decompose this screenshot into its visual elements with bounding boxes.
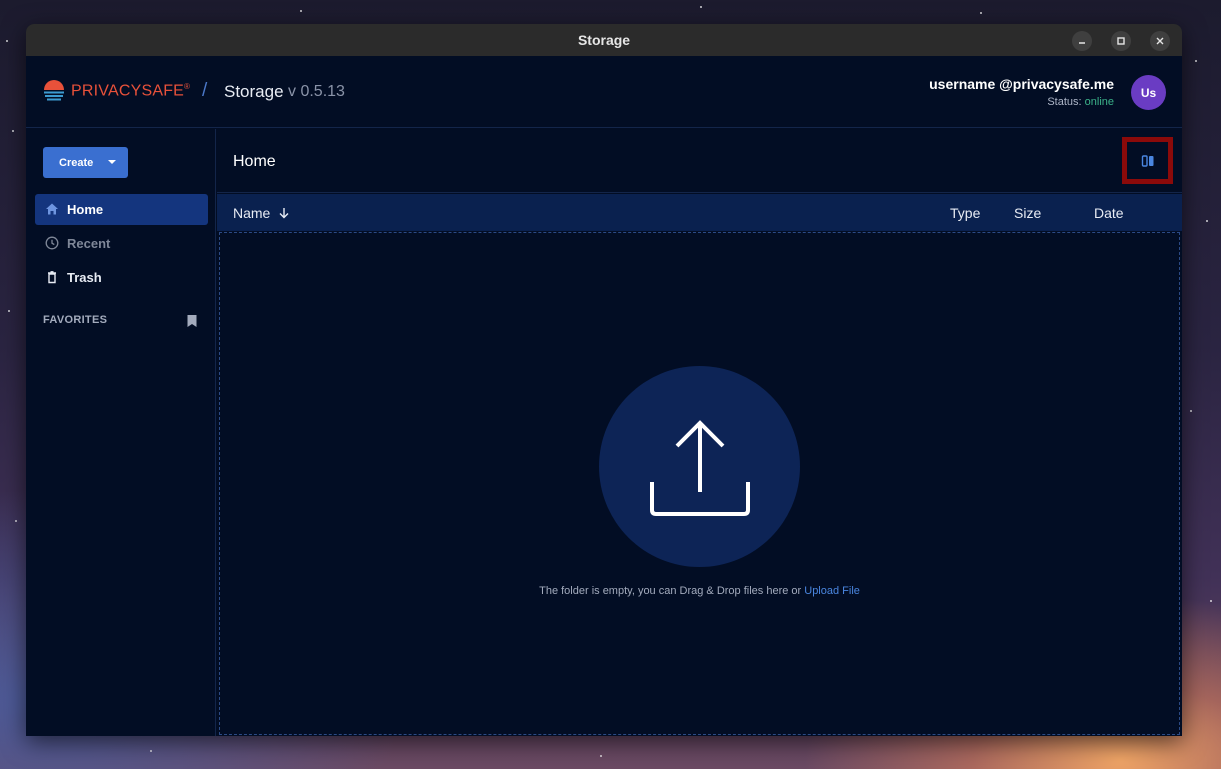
breadcrumb-separator: / <box>202 80 208 101</box>
column-header-name[interactable]: Name <box>233 205 290 221</box>
sidebar-item-trash[interactable]: Trash <box>35 262 208 293</box>
column-header-date[interactable]: Date <box>1094 205 1124 221</box>
sidebar-item-label: Recent <box>67 236 111 251</box>
maximize-icon <box>1117 37 1125 45</box>
trash-icon <box>48 271 56 284</box>
toggle-panel-button[interactable] <box>1122 137 1173 184</box>
main-header: Home <box>217 129 1182 193</box>
clock-icon <box>45 236 59 250</box>
window-title: Storage <box>577 32 631 48</box>
app-name: Storage <box>224 82 284 101</box>
sidebar-item-recent[interactable]: Recent <box>35 228 208 259</box>
main-panel: Home Name Type Size Date The folder is e… <box>217 129 1182 736</box>
privacysafe-logo-icon <box>44 80 64 101</box>
brand-name: PRIVACYSAFE® <box>71 81 191 100</box>
sidebar: Create Home Recent Trash FAVORITES <box>26 129 216 736</box>
close-icon <box>1156 37 1164 45</box>
chevron-down-icon <box>108 160 116 164</box>
brand-logo: PRIVACYSAFE® <box>42 79 190 103</box>
upload-icon <box>649 419 750 516</box>
column-header-type[interactable]: Type <box>950 205 980 221</box>
sidebar-item-label: Trash <box>67 270 102 285</box>
app-window: Storage PRIVACYSAFE® / Storage v 0.5.13 … <box>26 24 1182 736</box>
empty-folder-message: The folder is empty, you can Drag & Drop… <box>220 585 1179 597</box>
home-icon <box>46 203 58 215</box>
app-version: v 0.5.13 <box>288 83 345 100</box>
column-name-label: Name <box>233 205 271 221</box>
status-value: online <box>1084 96 1114 108</box>
sidebar-item-label: Home <box>67 202 104 217</box>
minimize-icon <box>1079 42 1085 44</box>
page-title: Home <box>233 153 276 170</box>
close-button[interactable] <box>1150 31 1170 51</box>
drop-zone[interactable]: The folder is empty, you can Drag & Drop… <box>219 232 1180 735</box>
bookmark-icon[interactable] <box>186 314 198 328</box>
minimize-button[interactable] <box>1072 31 1092 51</box>
columns-layout-icon <box>1141 154 1153 167</box>
upload-area[interactable] <box>599 366 800 567</box>
favorites-label: FAVORITES <box>43 314 108 326</box>
app-header: PRIVACYSAFE® / Storage v 0.5.13 username… <box>26 56 1182 128</box>
column-header-size[interactable]: Size <box>1014 205 1041 221</box>
avatar[interactable]: Us <box>1131 75 1166 110</box>
user-status: Status: online <box>1047 96 1114 108</box>
sort-arrow-down-icon <box>279 208 289 219</box>
sidebar-item-home[interactable]: Home <box>35 194 208 225</box>
create-button[interactable]: Create <box>43 147 128 178</box>
empty-message-text: The folder is empty, you can Drag & Drop… <box>539 585 802 597</box>
user-name: username @privacysafe.me <box>929 76 1114 92</box>
table-header: Name Type Size Date <box>217 194 1182 231</box>
upload-file-link[interactable]: Upload File <box>804 585 860 597</box>
maximize-button[interactable] <box>1111 31 1131 51</box>
create-button-label: Create <box>59 156 94 169</box>
title-bar: Storage <box>26 24 1182 56</box>
